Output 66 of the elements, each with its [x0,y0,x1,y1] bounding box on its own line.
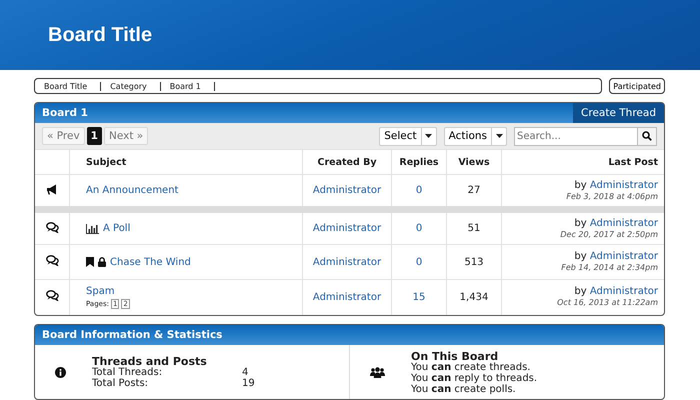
thread-title-link[interactable]: Chase The Wind [110,256,191,268]
permission-text: You can reply to threads. [411,372,538,384]
page-button[interactable]: 1 [86,127,102,145]
thread-title-link[interactable]: Spam [86,286,115,297]
author-link[interactable]: Administrator [312,256,382,268]
column-header: Last Post [502,150,664,174]
section-heading: On This Board [411,350,498,362]
permission-text: You can create threads. [411,362,532,372]
column-header: Subject [70,150,302,174]
views-count: 27 [468,185,480,196]
section-heading: Threads and Posts [92,356,208,367]
speech-bubbles-icon [46,290,58,302]
panel-title: Board 1 [42,107,88,119]
speech-bubbles-icon [46,255,58,266]
megaphone-icon [46,184,58,194]
by-label: by [574,251,587,262]
prev-button[interactable]: « Prev [42,127,85,145]
stat-value: 19 [242,378,255,389]
next-button[interactable]: Next » [104,127,148,145]
last-post-author-link[interactable]: Administrator [590,286,658,298]
thread-title-link[interactable]: A Poll [103,223,130,234]
last-post-date: Oct 16, 2013 at 11:22am [557,298,658,308]
author-link[interactable]: Administrator [312,223,382,234]
by-label: by [574,218,587,228]
replies-link[interactable]: 0 [416,256,422,268]
replies-link[interactable]: 0 [416,185,422,196]
search-field[interactable]: Search... [514,126,638,146]
users-icon [370,367,385,378]
caret-icon [496,134,502,138]
replies-link[interactable]: 15 [412,292,426,303]
panel-title: Board Information & Statistics [42,328,222,340]
last-post-date: Dec 20, 2017 at 2:50pm [560,230,658,238]
create-thread-button[interactable]: Create Thread [573,103,664,123]
permission-text: You can create polls. [411,384,517,394]
speech-bubbles-icon [46,222,58,232]
last-post-date: Feb 3, 2018 at 4:06pm [566,192,658,200]
select-dropdown[interactable]: Select [379,126,437,146]
last-post-author-link[interactable]: Administrator [590,180,658,190]
stat-label: Total Posts: [92,378,150,389]
info-icon [55,367,66,378]
replies-link[interactable]: 0 [416,223,422,234]
column-header: Created By [302,150,392,174]
breadcrumb-link[interactable]: Board 1 [160,82,215,90]
stat-value: 4 [242,367,248,378]
last-post-author-link[interactable]: Administrator [590,218,658,228]
search-button[interactable] [638,126,657,146]
column-header: Replies [392,150,446,174]
views-count: 513 [464,256,484,268]
by-label: by [574,286,587,298]
board-title: Board Title [48,24,152,46]
author-link[interactable]: Administrator [312,292,382,303]
caret-icon [425,134,432,138]
participated-button[interactable]: Participated [609,78,665,94]
stat-label: Total Threads: [92,367,164,378]
author-link[interactable]: Administrator [312,185,382,196]
views-count: 51 [468,223,480,234]
last-post-date: Feb 14, 2014 at 2:34pm [561,263,658,272]
views-count: 1,434 [460,292,488,303]
breadcrumb-link[interactable]: Category [101,82,161,90]
search-icon [642,131,652,141]
last-post-author-link[interactable]: Administrator [590,251,658,262]
actions-dropdown[interactable]: Actions [444,126,507,146]
breadcrumb-link[interactable]: Board Title [35,82,102,90]
thread-title-link[interactable]: An Announcement [86,185,178,196]
column-header: Views [446,150,502,174]
by-label: by [574,180,587,190]
